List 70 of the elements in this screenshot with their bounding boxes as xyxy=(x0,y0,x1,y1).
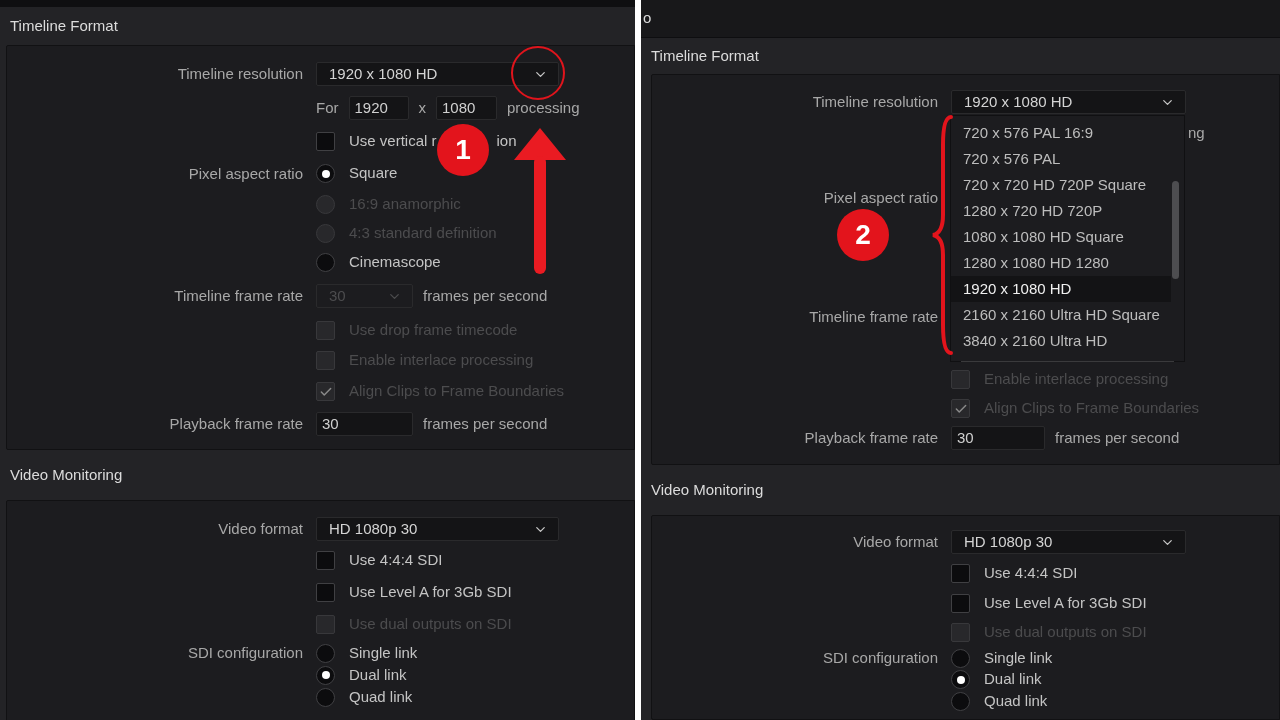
field-label: Timeline frame rate xyxy=(174,287,303,304)
field-label: Pixel aspect ratio xyxy=(823,189,938,206)
checkbox-label: Use 4:4:4 SDI xyxy=(984,562,1078,583)
radio-label: Quad link xyxy=(984,690,1048,711)
dropdown[interactable]: HD 1080p 30 xyxy=(316,517,559,541)
unit-label: frames per second xyxy=(423,285,548,306)
field-label: SDI configuration xyxy=(187,644,303,661)
checkbox[interactable] xyxy=(951,563,970,583)
suffix-label: processing xyxy=(507,97,580,118)
section-title: Video Monitoring xyxy=(651,479,764,500)
radio-label: Single link xyxy=(349,642,418,663)
radio-button[interactable] xyxy=(316,665,335,685)
section-title: Video Monitoring xyxy=(10,464,123,485)
scrollbar-thumb[interactable] xyxy=(1172,181,1179,279)
radio-label: Cinemascope xyxy=(349,252,441,273)
radio-label: Square xyxy=(349,163,398,184)
radio-button[interactable] xyxy=(951,670,970,689)
radio-label: Dual link xyxy=(349,664,407,685)
input-field[interactable]: 1920 xyxy=(348,96,409,120)
checkbox-label: Use Level A for 3Gb SDI xyxy=(349,581,512,602)
arrow-up-icon xyxy=(514,128,566,274)
dropdown[interactable]: 1920 x 1080 HD xyxy=(951,90,1186,114)
checkbox-label: Use vertical r xyxy=(349,131,437,152)
times-label: x xyxy=(418,97,426,118)
field-label: Pixel aspect ratio xyxy=(188,164,303,182)
dropdown-item[interactable]: 1080 x 1080 HD Square xyxy=(951,224,1171,250)
checkbox-label: ion xyxy=(496,131,517,152)
radio-label: Dual link xyxy=(984,669,1042,690)
field-label: Video format xyxy=(218,520,303,537)
dropdown[interactable]: 1920 x 1080 HD xyxy=(316,62,559,86)
field-label: Playback frame rate xyxy=(169,415,303,432)
checkbox[interactable] xyxy=(316,582,335,602)
field-label: Timeline resolution xyxy=(812,93,938,110)
dropdown-item[interactable]: 720 x 576 PAL xyxy=(951,146,1171,172)
checkbox[interactable] xyxy=(316,551,335,570)
field-label: Video format xyxy=(853,533,938,550)
field-label: Playback frame rate xyxy=(804,429,938,446)
suffix-label: ng xyxy=(1188,123,1205,144)
radio-label: Single link xyxy=(984,647,1053,668)
input-field[interactable]: 30 xyxy=(316,412,413,436)
prefix-label: For xyxy=(316,97,339,118)
section-title: Timeline Format xyxy=(651,45,759,66)
radio-button[interactable] xyxy=(951,691,970,711)
dropdown-item[interactable]: 720 x 720 HD 720P Square xyxy=(951,172,1171,198)
checkbox-label: Use 4:4:4 SDI xyxy=(349,550,443,571)
unit-label: frames per second xyxy=(1055,427,1180,448)
radio-button[interactable] xyxy=(951,648,970,668)
radio-label: Quad link xyxy=(349,686,413,707)
checkbox-label: Use Level A for 3Gb SDI xyxy=(984,593,1147,614)
radio-button[interactable] xyxy=(316,643,335,663)
header-text: o xyxy=(643,8,652,29)
dropdown-item[interactable]: 720 x 576 PAL 16:9 xyxy=(951,120,1171,146)
checkbox[interactable] xyxy=(316,132,335,151)
dropdown-item[interactable]: 3840 x 2160 Ultra HD xyxy=(951,328,1171,354)
unit-label: frames per second xyxy=(423,413,548,434)
dropdown-item[interactable]: 1920 x 1080 HD xyxy=(951,276,1171,302)
radio-button[interactable] xyxy=(316,164,335,183)
field-label: Timeline resolution xyxy=(177,65,303,82)
field-label: SDI configuration xyxy=(822,649,938,666)
checkbox[interactable] xyxy=(951,594,970,613)
radio-button[interactable] xyxy=(316,687,335,707)
field-label: Timeline frame rate xyxy=(809,308,938,325)
dropdown-item[interactable]: 1280 x 1080 HD 1280 xyxy=(951,250,1171,276)
section-title: Timeline Format xyxy=(10,15,118,36)
input-field[interactable]: 1080 xyxy=(436,96,497,120)
radio-button[interactable] xyxy=(316,253,335,272)
dropdown-item[interactable]: 1280 x 720 HD 720P xyxy=(951,198,1171,224)
dropdown-item[interactable]: 2160 x 2160 Ultra HD Square xyxy=(951,302,1171,328)
dropdown[interactable]: HD 1080p 30 xyxy=(951,530,1186,554)
input-field[interactable]: 30 xyxy=(951,426,1045,450)
